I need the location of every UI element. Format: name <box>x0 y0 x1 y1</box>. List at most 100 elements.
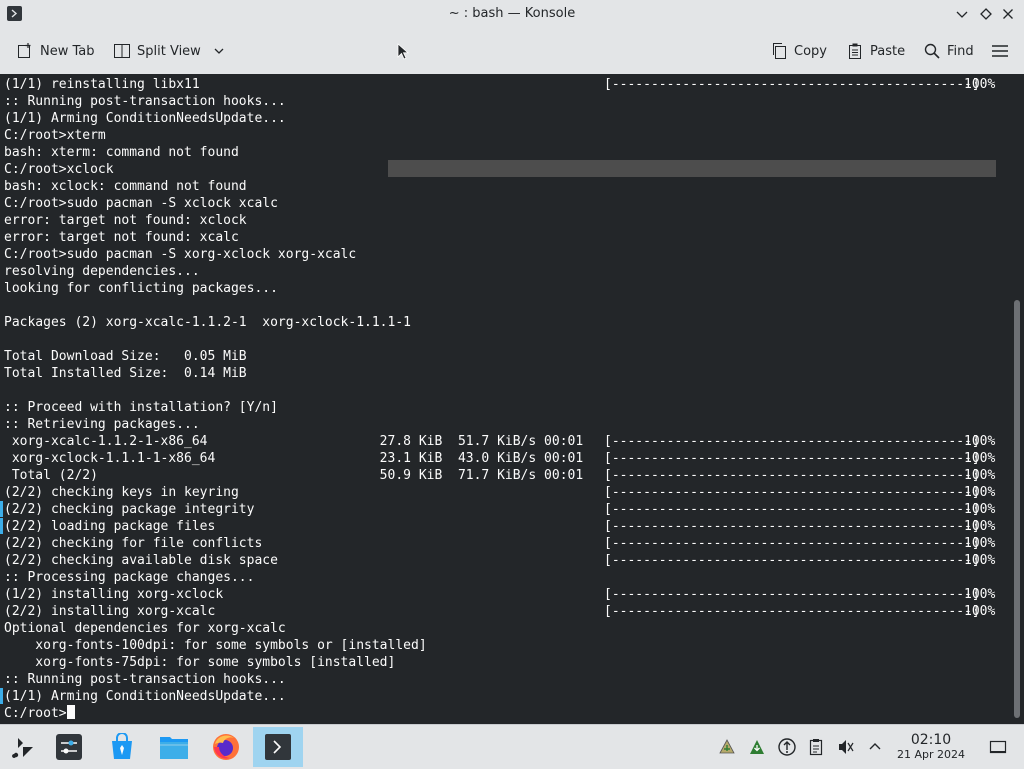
paste-icon <box>849 43 861 59</box>
new-tab-button[interactable]: New Tab <box>16 37 95 65</box>
line-marker <box>0 688 3 704</box>
konsole-toolbar: New Tab Split View Copy Paste Find <box>0 29 1024 75</box>
progress-percent: 100% <box>964 77 996 92</box>
network-icon <box>778 738 796 756</box>
show-hidden-icons-button[interactable] <box>865 737 885 757</box>
text-cursor <box>66 705 75 719</box>
minimize-button[interactable] <box>952 4 972 24</box>
clipboard-tray-button[interactable] <box>717 737 737 757</box>
terminal-line: :: Proceed with installation? [Y/n] <box>4 400 278 415</box>
scrollbar-thumb[interactable] <box>1014 300 1020 718</box>
progress-bar-text: [---------------------------------------… <box>604 502 980 517</box>
discover-store-icon <box>112 733 132 759</box>
terminal-line: C:/root>xterm <box>4 128 106 143</box>
terminal-line: (2/2) checking keys in keyring <box>4 485 239 500</box>
terminal-line: Total Installed Size: 0.14 MiB <box>4 366 247 381</box>
terminal-line: Optional dependencies for xorg-xcalc <box>4 621 286 636</box>
terminal-line: resolving dependencies... <box>4 264 200 279</box>
app-launcher-icon <box>12 738 34 758</box>
terminal-line: C:/root>sudo pacman -S xclock xcalc <box>4 196 278 211</box>
progress-bar-text: [---------------------------------------… <box>604 77 980 92</box>
copy-label: Copy <box>794 43 827 59</box>
terminal-line: :: Processing package changes... <box>4 570 255 585</box>
terminal-line: (1/2) installing xorg-xclock <box>4 587 224 602</box>
terminal-line: (1/1) Arming ConditionNeedsUpdate... <box>4 111 286 126</box>
chevron-down-icon <box>214 48 224 54</box>
progress-percent: 100% <box>964 468 996 483</box>
konsole-task-button[interactable] <box>253 727 303 767</box>
progress-bar-text: [---------------------------------------… <box>604 536 980 551</box>
updates-icon <box>750 740 764 754</box>
maximize-button[interactable] <box>976 4 996 24</box>
terminal-line: (2/2) checking available disk space <box>4 553 278 568</box>
terminal-line: (2/2) checking for file conflicts <box>4 536 263 551</box>
terminal-view[interactable]: (1/1) reinstalling libx11 [--------------… <box>0 74 1010 724</box>
volume-muted-icon <box>839 740 854 754</box>
progress-bar-text: [---------------------------------------… <box>604 519 980 534</box>
paste-label: Paste <box>870 43 906 59</box>
progress-bar-text: [---------------------------------------… <box>604 553 980 568</box>
show-desktop-button[interactable] <box>988 737 1008 757</box>
terminal-line: (2/2) loading package files <box>4 519 216 534</box>
new-tab-icon <box>18 43 31 58</box>
terminal-line: bash: xclock: command not found <box>4 179 247 194</box>
firefox-button[interactable] <box>203 727 249 767</box>
close-icon <box>1003 9 1013 19</box>
terminal-line: Total Download Size: 0.05 MiB <box>4 349 247 364</box>
paste-button[interactable]: Paste <box>846 37 905 65</box>
progress-bar-text: [---------------------------------------… <box>604 451 980 466</box>
line-marker <box>0 501 3 517</box>
clock-time[interactable]: 02:10 <box>895 732 967 748</box>
system-settings-icon <box>56 734 82 760</box>
terminal-line: (1/1) reinstalling libx11 <box>4 77 200 92</box>
updates-tray-button[interactable] <box>747 737 767 757</box>
progress-percent: 100% <box>964 434 996 449</box>
terminal-line: :: Retrieving packages... <box>4 417 200 432</box>
split-view-button[interactable]: Split View <box>113 37 225 65</box>
konsole-icon <box>265 734 291 760</box>
discover-button[interactable] <box>99 727 145 767</box>
app-launcher-button[interactable] <box>0 727 46 767</box>
volume-tray-button[interactable] <box>836 737 856 757</box>
terminal-line: xorg-xclock-1.1.1-1-x86_64 23.1 KiB 43.0… <box>4 451 584 466</box>
window-title: ~ : bash — Konsole <box>448 6 576 21</box>
mouse-pointer-icon <box>397 43 409 60</box>
split-view-icon <box>114 44 130 58</box>
chevron-down-icon <box>956 11 968 18</box>
show-desktop-icon <box>989 740 1007 754</box>
diamond-icon <box>980 8 992 20</box>
copy-button[interactable]: Copy <box>770 37 827 65</box>
terminal-line: (1/1) Arming ConditionNeedsUpdate... <box>4 689 286 704</box>
selection-highlight <box>388 160 996 177</box>
hamburger-menu-icon <box>992 45 1008 57</box>
terminal-line: C:/root> <box>4 705 75 722</box>
find-button[interactable]: Find <box>923 37 974 65</box>
system-settings-button[interactable] <box>46 727 92 767</box>
title-bar: ~ : bash — Konsole <box>0 0 1024 29</box>
terminal-line: error: target not found: xclock <box>4 213 247 228</box>
hamburger-menu-button[interactable] <box>991 37 1009 65</box>
clipboard-icon <box>719 739 735 754</box>
progress-bar-text: [---------------------------------------… <box>604 468 980 483</box>
folder-icon <box>160 737 188 759</box>
terminal-line: :: Running post-transaction hooks... <box>4 94 286 109</box>
taskbar: 02:10 21 Apr 2024 <box>0 724 1024 769</box>
network-tray-button[interactable] <box>777 737 797 757</box>
terminal-line: Packages (2) xorg-xcalc-1.1.2-1 xorg-xcl… <box>4 315 411 330</box>
close-button[interactable] <box>998 4 1018 24</box>
clock-date[interactable]: 21 Apr 2024 <box>890 748 972 761</box>
terminal-line: error: target not found: xcalc <box>4 230 239 245</box>
terminal-line: looking for conflicting packages... <box>4 281 278 296</box>
terminal-line: C:/root>sudo pacman -S xorg-xclock xorg-… <box>4 247 357 262</box>
notes-tray-button[interactable] <box>806 737 826 757</box>
progress-bar-text: [---------------------------------------… <box>604 434 980 449</box>
search-icon <box>924 43 940 59</box>
progress-bar-text: [---------------------------------------… <box>604 485 980 500</box>
progress-percent: 100% <box>964 451 996 466</box>
progress-percent: 100% <box>964 519 996 534</box>
file-manager-button[interactable] <box>151 727 197 767</box>
terminal-scrollbar[interactable] <box>1010 74 1024 724</box>
terminal-line: :: Running post-transaction hooks... <box>4 672 286 687</box>
new-tab-label: New Tab <box>40 43 95 59</box>
firefox-icon <box>213 734 239 760</box>
